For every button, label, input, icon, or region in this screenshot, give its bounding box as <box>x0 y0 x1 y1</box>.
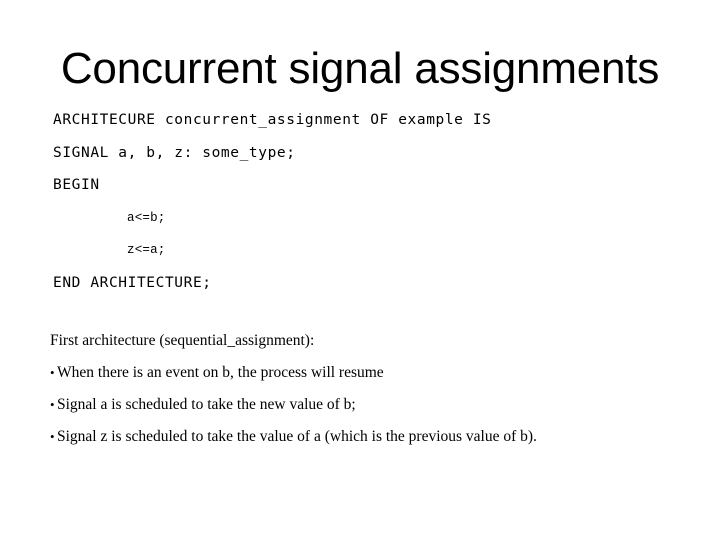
code-line: z<=a; <box>127 243 166 257</box>
code-line: END ARCHITECTURE; <box>53 274 212 291</box>
code-line: ARCHITECURE concurrent_assignment OF exa… <box>53 112 492 128</box>
bullet-text: Signal a is scheduled to take the new va… <box>57 396 356 413</box>
body-text-block: First architecture (sequential_assignmen… <box>50 325 690 453</box>
bullet-list-item: • Signal a is scheduled to take the new v… <box>50 389 690 421</box>
bullet-list-item: • When there is an event on b, the proces… <box>50 357 690 389</box>
slide-title: Concurrent signal assignments <box>60 44 660 93</box>
presentation-slide: Concurrent signal assignments ARCHITECUR… <box>0 0 720 540</box>
body-heading: First architecture (sequential_assignmen… <box>50 332 315 349</box>
code-line: BEGIN <box>53 177 100 193</box>
bullet-icon: • <box>50 365 55 380</box>
bullet-text: When there is an event on b, the process… <box>57 364 384 381</box>
code-block: ARCHITECURE concurrent_assignment OF exa… <box>53 104 673 299</box>
bullet-text: Signal z is scheduled to take the value … <box>57 428 537 445</box>
code-line: a<=b; <box>127 210 166 225</box>
bullet-list-item: • Signal z is scheduled to take the value… <box>50 421 690 453</box>
bullet-icon: • <box>50 429 55 444</box>
code-line: SIGNAL a, b, z: some_type; <box>53 144 296 161</box>
bullet-icon: • <box>50 397 55 412</box>
